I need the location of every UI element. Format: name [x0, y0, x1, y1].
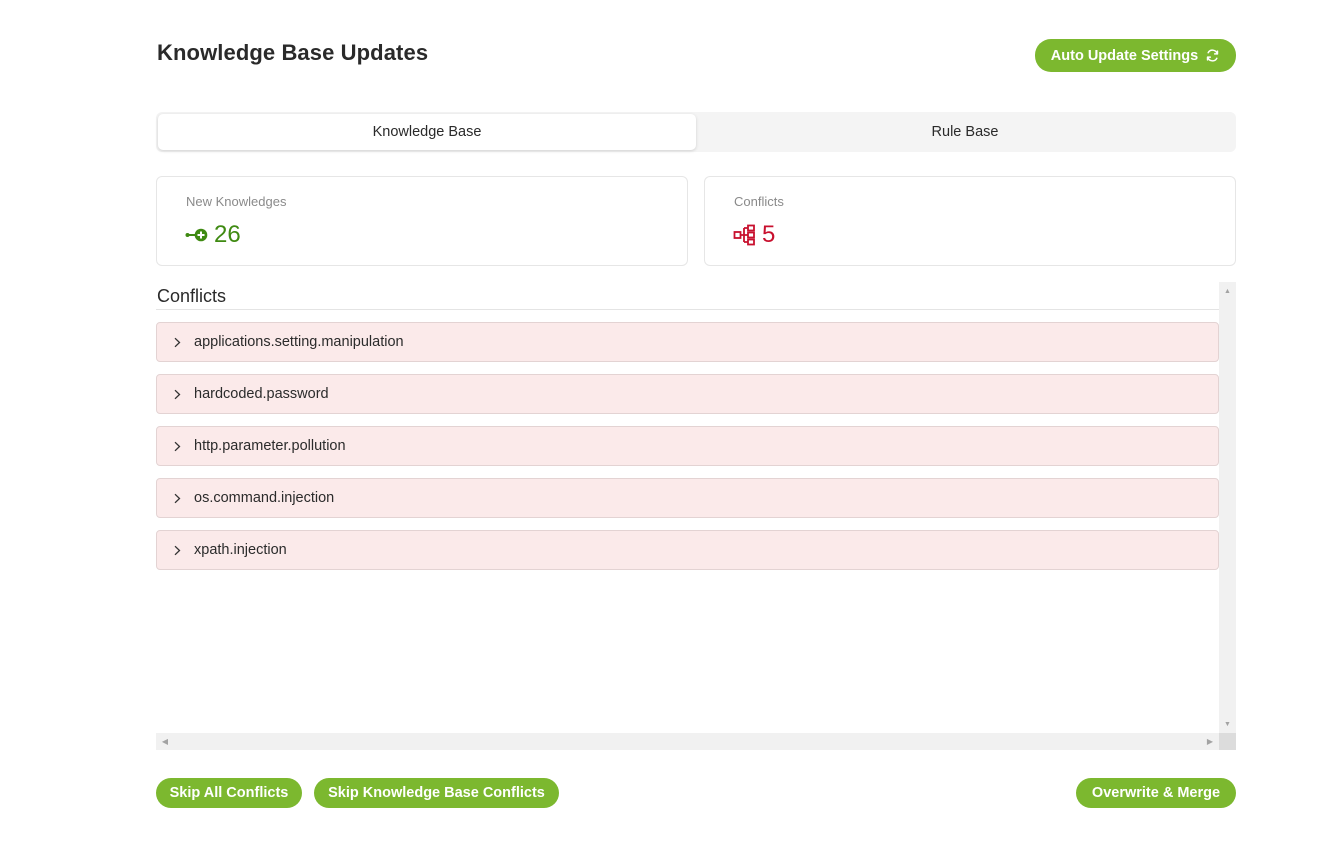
conflicts-card: Conflicts 5 [704, 176, 1236, 266]
tab-rule-base[interactable]: Rule Base [696, 114, 1234, 150]
conflict-item-label: xpath.injection [194, 542, 287, 558]
scroll-left-arrow-icon[interactable]: ◀ [158, 733, 172, 750]
conflict-item[interactable]: os.command.injection [156, 478, 1219, 518]
conflict-item[interactable]: http.parameter.pollution [156, 426, 1219, 466]
chevron-right-icon [171, 544, 183, 556]
tab-knowledge-base[interactable]: Knowledge Base [158, 114, 696, 150]
conflict-item-label: applications.setting.manipulation [194, 334, 404, 350]
section-divider [156, 309, 1219, 310]
conflict-item-label: http.parameter.pollution [194, 438, 346, 454]
auto-update-settings-button[interactable]: Auto Update Settings [1035, 39, 1236, 72]
chevron-right-icon [171, 388, 183, 400]
conflict-item-label: hardcoded.password [194, 386, 329, 402]
page-title: Knowledge Base Updates [157, 40, 429, 65]
refresh-icon [1206, 49, 1219, 62]
scrollbar-corner [1219, 733, 1236, 750]
conflicts-stat: 5 [733, 221, 775, 249]
scroll-down-arrow-icon[interactable]: ▼ [1219, 717, 1236, 731]
conflict-item[interactable]: applications.setting.manipulation [156, 322, 1219, 362]
conflict-item-label: os.command.injection [194, 490, 335, 506]
scroll-up-arrow-icon[interactable]: ▲ [1219, 284, 1236, 298]
skip-all-conflicts-button[interactable]: Skip All Conflicts [156, 778, 302, 808]
scroll-right-arrow-icon[interactable]: ▶ [1203, 733, 1217, 750]
new-knowledges-label: New Knowledges [186, 194, 287, 209]
chevron-right-icon [171, 440, 183, 452]
auto-update-settings-label: Auto Update Settings [1050, 47, 1199, 64]
vertical-scrollbar[interactable]: ▲ ▼ [1219, 282, 1236, 733]
chevron-right-icon [171, 336, 183, 348]
conflicts-list: applications.setting.manipulation hardco… [156, 322, 1219, 582]
conflict-item[interactable]: hardcoded.password [156, 374, 1219, 414]
tab-bar: Knowledge Base Rule Base [156, 112, 1236, 152]
conflicts-count-label: Conflicts [734, 194, 784, 209]
conflicts-count-value: 5 [762, 221, 776, 248]
horizontal-scrollbar[interactable]: ◀ ▶ [156, 733, 1219, 750]
hierarchy-icon [733, 224, 755, 246]
new-knowledges-stat: 26 [185, 221, 241, 249]
overwrite-merge-button[interactable]: Overwrite & Merge [1076, 778, 1236, 808]
conflict-item[interactable]: xpath.injection [156, 530, 1219, 570]
chevron-right-icon [171, 492, 183, 504]
key-plus-icon [185, 228, 208, 242]
conflicts-section-title: Conflicts [157, 286, 227, 306]
skip-knowledge-base-conflicts-button[interactable]: Skip Knowledge Base Conflicts [314, 778, 559, 808]
new-knowledges-value: 26 [214, 221, 241, 248]
new-knowledges-card: New Knowledges 26 [156, 176, 688, 266]
